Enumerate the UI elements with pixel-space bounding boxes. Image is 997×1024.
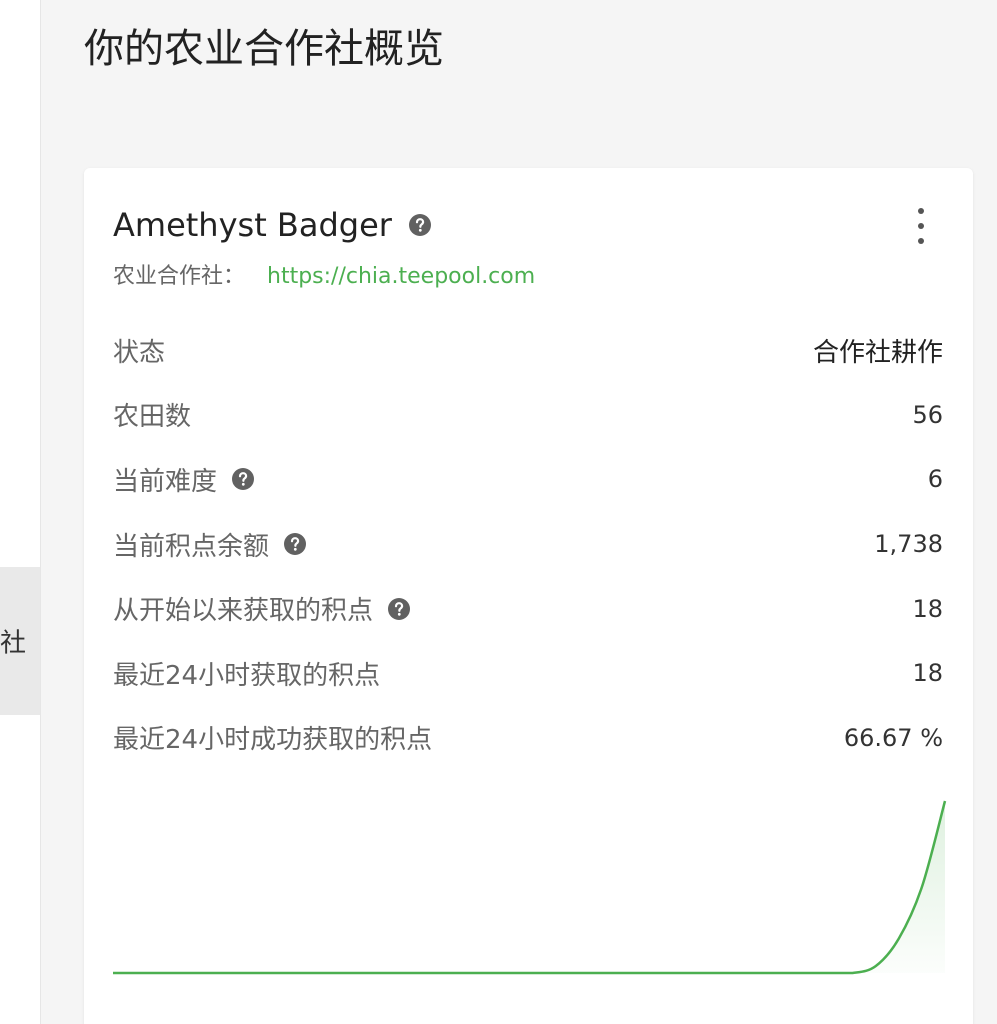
stat-label-wrap: 最近24小时成功获取的积点 — [113, 719, 432, 756]
stat-row: 当前难度 6 — [113, 447, 943, 512]
more-options-button[interactable] — [909, 208, 933, 244]
stat-label-wrap: 当前积点余额 — [113, 526, 307, 563]
chart-line — [113, 800, 947, 975]
stat-label: 最近24小时成功获取的积点 — [113, 725, 433, 756]
stat-value: 56 — [912, 400, 943, 429]
sidebar-item-pool[interactable]: 社 — [0, 567, 40, 715]
stat-label: 当前积点余额 — [113, 531, 270, 562]
stat-value: 18 — [912, 594, 943, 623]
stat-label-wrap: 最近24小时获取的积点 — [113, 655, 380, 692]
sidebar-item-label: 社 — [0, 628, 26, 659]
plot-nft-name: Amethyst Badger — [113, 206, 392, 244]
stat-value: 合作社耕作 — [812, 337, 943, 368]
page-title: 你的农业合作社概览 — [84, 26, 444, 72]
more-dot-icon — [918, 223, 924, 229]
stat-label: 最近24小时获取的积点 — [113, 660, 381, 691]
stat-label-wrap: 当前难度 — [113, 461, 255, 498]
stat-label: 从开始以来获取的积点 — [113, 596, 374, 627]
help-icon[interactable] — [283, 532, 307, 556]
stat-row: 农田数 56 — [113, 383, 943, 448]
pool-card: Amethyst Badger 农业合作社： https://chia.teepo… — [84, 168, 973, 1024]
pool-url-link[interactable]: https://chia.teepool.com — [267, 264, 535, 289]
help-icon[interactable] — [231, 467, 255, 491]
more-dot-icon — [918, 238, 924, 244]
pool-line: 农业合作社： https://chia.teepool.com — [113, 258, 535, 290]
stat-value: 6 — [927, 465, 943, 494]
stat-row: 状态 合作社耕作 — [113, 318, 943, 383]
stat-label: 当前难度 — [113, 466, 218, 497]
pool-label: 农业合作社： — [113, 264, 246, 289]
help-icon[interactable] — [387, 597, 411, 621]
stat-row: 当前积点余额 1,738 — [113, 512, 943, 577]
chart-area — [113, 801, 945, 973]
stat-row: 最近24小时成功获取的积点 66.67 % — [113, 706, 943, 771]
sidebar: 社 — [0, 0, 41, 1024]
stat-label: 状态 — [113, 337, 166, 368]
stat-row: 最近24小时获取的积点 18 — [113, 641, 943, 706]
stat-value: 1,738 — [874, 530, 943, 559]
stat-label-wrap: 农田数 — [113, 396, 191, 433]
stat-value: 18 — [912, 659, 943, 688]
points-chart — [113, 793, 947, 983]
points-chart-svg — [113, 800, 947, 975]
stat-label: 农田数 — [113, 402, 192, 433]
stat-label-wrap: 从开始以来获取的积点 — [113, 590, 411, 627]
stats-list: 状态 合作社耕作农田数 56 当前难度 6 当前积点余额 1,738 从开始以来获取的积点 18… — [113, 318, 943, 770]
stat-label-wrap: 状态 — [113, 332, 165, 369]
more-dot-icon — [918, 208, 924, 214]
app-root: 社 你的农业合作社概览 Amethyst Badger 农业合作社： https:… — [0, 0, 997, 1024]
help-icon[interactable] — [408, 213, 432, 237]
card-header: Amethyst Badger — [113, 206, 432, 244]
stat-value: 66.67 % — [843, 723, 943, 752]
stat-row: 从开始以来获取的积点 18 — [113, 576, 943, 641]
